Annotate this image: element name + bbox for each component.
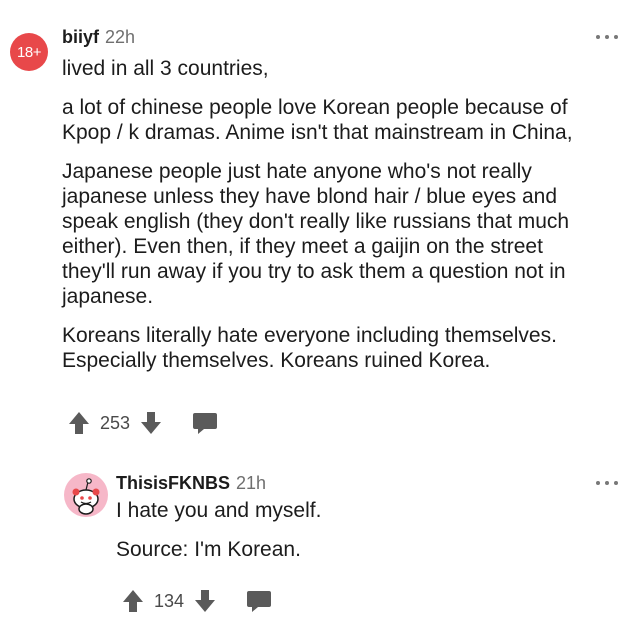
paragraph-line: Especially themselves. Koreans ruined Ko… (62, 349, 491, 372)
paragraph-line: japanese. (62, 285, 154, 308)
nsfw-avatar[interactable]: 18+ (10, 33, 48, 71)
paragraph-line: I hate you and myself. (116, 499, 322, 522)
timestamp: 22h (105, 27, 136, 47)
paragraph-line: Koreans literally hate everyone includin… (62, 324, 557, 347)
vote-count: 134 (154, 590, 185, 611)
username[interactable]: ThisisFKNBS (116, 473, 230, 493)
paragraph-line: Kpop / k dramas. Anime isn't that mainst… (62, 121, 573, 144)
paragraph-line: lived in all 3 countries, (62, 57, 269, 80)
up-arrow-icon[interactable] (122, 589, 144, 613)
up-arrow-icon[interactable] (68, 411, 90, 435)
comment-meta: ThisisFKNBS 21h (116, 472, 266, 494)
down-arrow-icon[interactable] (140, 411, 162, 435)
paragraph-line: Japanese people just hate anyone who's n… (62, 160, 532, 183)
reply-bubble-icon[interactable] (246, 589, 272, 613)
paragraph-line: japanese unless they have blond hair / b… (62, 185, 558, 208)
reply-bubble-icon[interactable] (192, 411, 218, 435)
vote-count: 253 (100, 412, 131, 433)
paragraph-line: Source: I'm Korean. (116, 538, 301, 561)
username[interactable]: biiyf (62, 27, 99, 47)
comment-meta: biiyf 22h (62, 26, 135, 48)
comment-body: I hate you and myself. Source: I'm Korea… (116, 498, 321, 562)
comment-actions: 253 (68, 408, 218, 438)
more-options-icon[interactable] (596, 480, 618, 486)
down-arrow-icon[interactable] (194, 589, 216, 613)
snoo-avatar-icon[interactable] (64, 473, 108, 517)
comment-actions: 134 (122, 586, 272, 616)
comment-body: lived in all 3 countries, a lot of chine… (62, 56, 573, 373)
paragraph-line: speak english (they don't really like ru… (62, 210, 570, 233)
more-options-icon[interactable] (596, 34, 618, 40)
paragraph-line: either). Even then, if they meet a gaiji… (62, 235, 543, 258)
timestamp: 21h (236, 473, 267, 493)
paragraph-line: a lot of chinese people love Korean peop… (62, 96, 568, 119)
avatar-label: 18+ (17, 43, 41, 61)
paragraph-line: they'll run away if you try to ask them … (62, 260, 566, 283)
